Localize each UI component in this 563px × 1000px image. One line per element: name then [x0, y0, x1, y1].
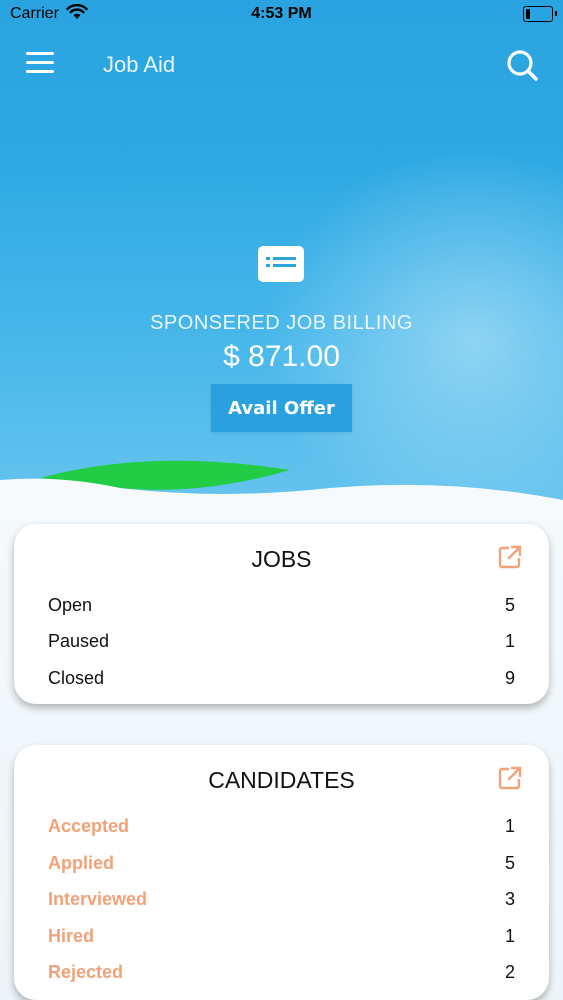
status-time: 4:53 PM: [251, 5, 312, 22]
jobs-card: JOBS Open 5 Paused 1 Closed 9: [14, 524, 549, 704]
jobs-row-closed[interactable]: Closed 9: [48, 668, 515, 692]
jobs-row-paused[interactable]: Paused 1: [48, 631, 515, 655]
row-value: 5: [504, 853, 515, 873]
row-label: Rejected: [48, 962, 124, 982]
search-icon[interactable]: [505, 48, 539, 82]
row-value: 2: [504, 962, 515, 982]
billing-card-icon: [258, 246, 304, 282]
row-label: Paused: [48, 631, 110, 651]
external-link-icon[interactable]: [497, 765, 523, 791]
candidates-card: CANDIDATES Accepted 1 Applied 5 Intervie…: [14, 745, 549, 1000]
status-bar: Carrier 4:53 PM: [0, 0, 563, 30]
candidates-row-applied[interactable]: Applied 5: [48, 853, 515, 877]
page-title: Job Aid: [103, 52, 176, 77]
row-value: 1: [504, 816, 515, 836]
jobs-row-open[interactable]: Open 5: [48, 595, 515, 619]
row-value: 1: [504, 631, 515, 651]
row-value: 9: [504, 668, 515, 688]
avail-offer-button[interactable]: Avail Offer: [211, 384, 352, 432]
candidates-row-hired[interactable]: Hired 1: [48, 926, 515, 950]
row-label: Open: [48, 595, 93, 615]
external-link-icon[interactable]: [497, 544, 523, 570]
row-label: Closed: [48, 668, 105, 688]
billing-amount: $ 871.00: [223, 340, 340, 373]
row-value: 1: [504, 926, 515, 946]
billing-label: SPONSERED JOB BILLING: [150, 312, 413, 334]
row-label: Accepted: [48, 816, 130, 836]
candidates-row-rejected[interactable]: Rejected 2: [48, 962, 515, 986]
battery-icon: [523, 6, 557, 22]
row-label: Hired: [48, 926, 95, 946]
row-label: Interviewed: [48, 889, 148, 909]
hamburger-menu-icon[interactable]: [26, 52, 54, 74]
candidates-row-accepted[interactable]: Accepted 1: [48, 816, 515, 840]
row-value: 5: [504, 595, 515, 615]
row-value: 3: [504, 889, 515, 909]
candidates-row-interviewed[interactable]: Interviewed 3: [48, 889, 515, 913]
row-label: Applied: [48, 853, 114, 873]
candidates-card-title: CANDIDATES: [208, 767, 355, 793]
navigation-bar: Job Aid: [0, 30, 563, 100]
jobs-card-title: JOBS: [251, 546, 312, 572]
